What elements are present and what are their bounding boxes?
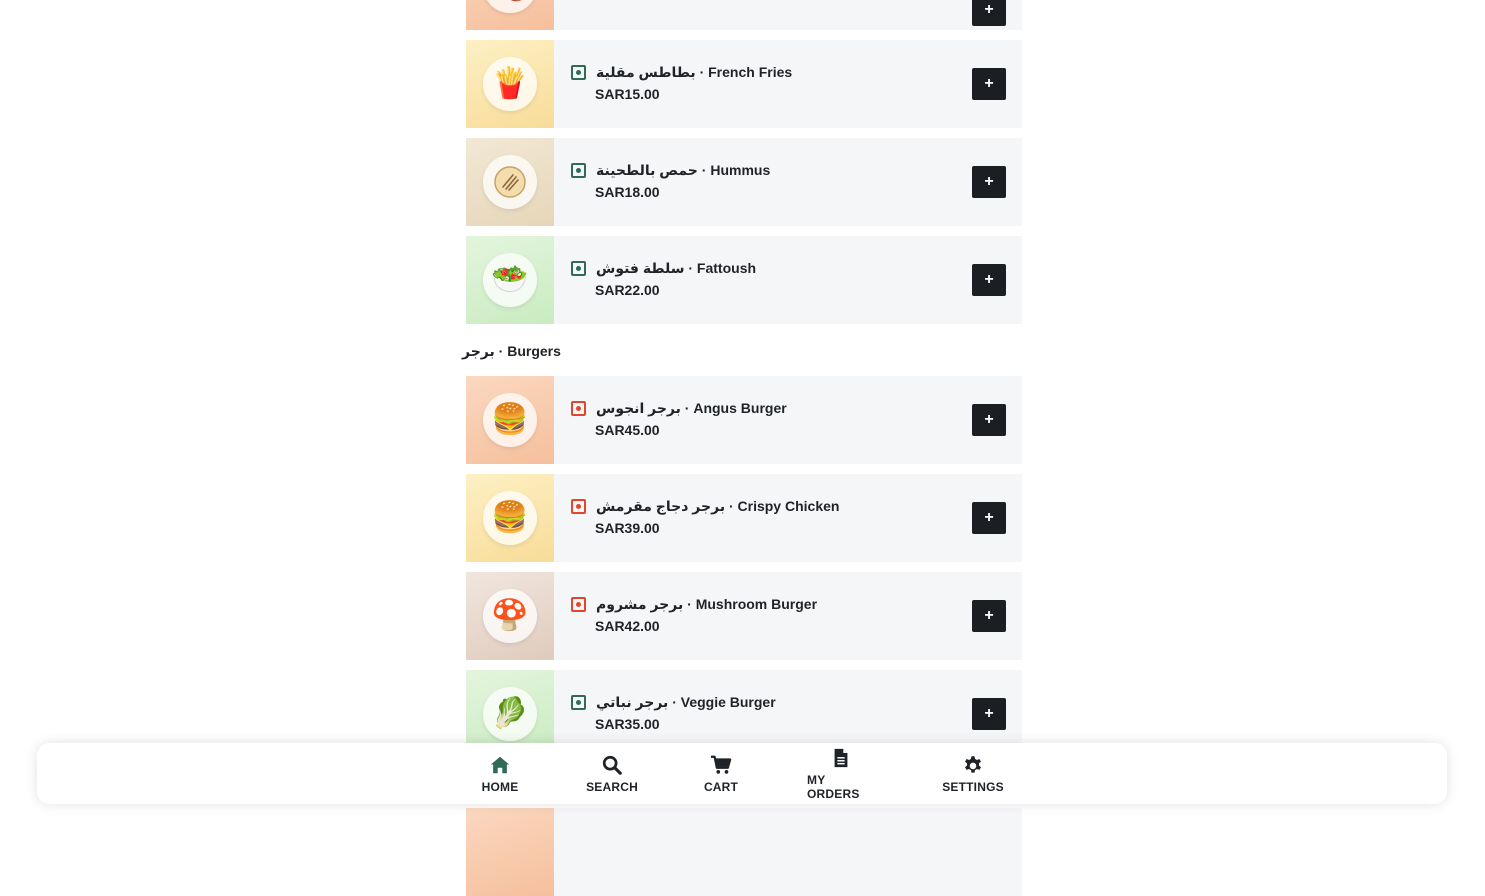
item-price: SAR39.00	[595, 520, 660, 536]
menu-item-card[interactable]: 🍔 برجر انجوس · Angus Burger SAR45.00 +	[466, 376, 1022, 464]
add-to-cart-button[interactable]: +	[972, 68, 1006, 100]
non-veg-indicator-icon	[571, 499, 586, 514]
item-name: برجر نباتي · Veggie Burger	[596, 694, 776, 710]
veg-indicator-icon	[571, 65, 586, 80]
veg-indicator-icon	[571, 163, 586, 178]
menu-item-card[interactable]: 🍔 برجر دجاج مقرمش · Crispy Chicken SAR39…	[466, 474, 1022, 562]
menu-item-card[interactable]: 🍟 بطاطس مقلية · French Fries SAR15.00 +	[466, 40, 1022, 128]
nav-home[interactable]: HOME	[481, 743, 519, 804]
mushroom-icon: 🍄	[483, 589, 537, 643]
item-thumbnail: 🍄	[466, 572, 554, 660]
item-price: SAR15.00	[595, 86, 660, 102]
nav-cart-label: CART	[703, 779, 739, 794]
document-icon	[834, 748, 848, 767]
item-price: SAR45.00	[595, 422, 660, 438]
item-name: برجر مشروم · Mushroom Burger	[596, 596, 818, 612]
leafy-green-icon: 🥬	[483, 687, 537, 741]
item-thumbnail: 🥗	[466, 236, 554, 324]
item-thumbnail	[466, 808, 554, 896]
non-veg-indicator-icon	[571, 401, 586, 416]
nav-my-orders-label: MY ORDERS	[807, 772, 860, 801]
item-name: بطاطس مقلية · French Fries	[596, 64, 793, 80]
add-to-cart-button[interactable]: +	[972, 698, 1006, 730]
item-price: SAR22.00	[595, 282, 660, 298]
salad-icon: 🥗	[483, 253, 537, 307]
section-heading: برجر · Burgers	[462, 343, 561, 359]
home-icon	[490, 756, 510, 773]
bottom-navigation: HOME SEARCH CART MY ORDERS SETTINGS	[37, 743, 1447, 804]
menu-item-card[interactable]	[466, 808, 1022, 896]
item-thumbnail: 🍔	[466, 376, 554, 464]
item-name: برجر انجوس · Angus Burger	[596, 400, 787, 416]
burger-icon: 🍔	[483, 491, 537, 545]
non-veg-indicator-icon	[571, 597, 586, 612]
nav-settings[interactable]: SETTINGS	[942, 743, 1004, 804]
search-icon	[602, 755, 622, 775]
veg-indicator-icon	[571, 695, 586, 710]
gear-icon	[965, 755, 981, 773]
veg-indicator-icon	[571, 261, 586, 276]
add-to-cart-button[interactable]: +	[972, 0, 1006, 26]
add-to-cart-button[interactable]: +	[972, 502, 1006, 534]
hummus-icon	[483, 155, 537, 209]
item-name: حمص بالطحينة · Hummus	[596, 162, 771, 178]
nav-my-orders[interactable]: MY ORDERS	[807, 743, 875, 804]
add-to-cart-button[interactable]: +	[972, 264, 1006, 296]
menu-item-card[interactable]: 🥗 سلطة فتوش · Fattoush SAR22.00 +	[466, 236, 1022, 324]
item-thumbnail: 🍟	[466, 40, 554, 128]
menu-item-card[interactable]: 🍗 +	[466, 0, 1022, 30]
add-to-cart-button[interactable]: +	[972, 600, 1006, 632]
item-price: SAR35.00	[595, 716, 660, 732]
add-to-cart-button[interactable]: +	[972, 404, 1006, 436]
burger-icon: 🍔	[483, 393, 537, 447]
item-thumbnail	[466, 138, 554, 226]
nav-settings-label: SETTINGS	[942, 779, 1004, 794]
cart-icon	[710, 755, 732, 774]
nav-home-label: HOME	[481, 779, 519, 794]
item-price: SAR42.00	[595, 618, 660, 634]
item-name: سلطة فتوش · Fattoush	[596, 260, 757, 276]
fries-icon: 🍟	[483, 57, 537, 111]
item-name: برجر دجاج مقرمش · Crispy Chicken	[596, 498, 840, 514]
food-icon: 🍗	[483, 0, 537, 13]
item-price: SAR18.00	[595, 184, 660, 200]
menu-item-card[interactable]: 🍄 برجر مشروم · Mushroom Burger SAR42.00 …	[466, 572, 1022, 660]
add-to-cart-button[interactable]: +	[972, 166, 1006, 198]
item-thumbnail: 🍗	[466, 0, 554, 30]
nav-search-label: SEARCH	[586, 779, 638, 794]
nav-cart[interactable]: CART	[703, 743, 739, 804]
menu-item-card[interactable]: حمص بالطحينة · Hummus SAR18.00 +	[466, 138, 1022, 226]
nav-search[interactable]: SEARCH	[586, 743, 638, 804]
item-thumbnail: 🍔	[466, 474, 554, 562]
